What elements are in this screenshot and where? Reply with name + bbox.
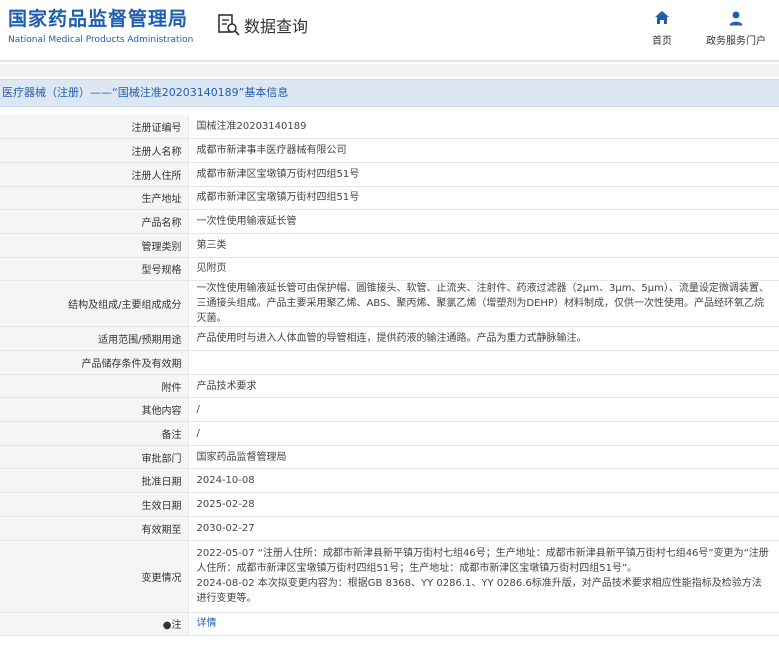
field-label: 生效日期 bbox=[0, 492, 189, 517]
field-value: 2024-10-08 bbox=[188, 468, 779, 494]
field-label: 产品储存条件及有效期 bbox=[0, 350, 189, 375]
field-value: 国械注准20203140189 bbox=[188, 115, 779, 140]
table-row: 其他内容 / bbox=[0, 397, 779, 423]
home-icon bbox=[655, 11, 669, 24]
table-row: 生产地址 成都市新津区宝墩镇万街村四组51号 bbox=[0, 186, 779, 211]
field-label: 审批部门 bbox=[0, 445, 189, 470]
data-query-label: 数据查询 bbox=[244, 17, 309, 36]
table-row: 注册人住所 成都市新津区宝墩镇万街村四组51号 bbox=[0, 162, 779, 187]
table-row: 审批部门 国家药品监督管理局 bbox=[0, 445, 779, 470]
table-row: 结构及组成/主要组成成分 一次性使用输液延长管可由保护帽、圆锥接头、软管、止流夹、… bbox=[0, 280, 779, 328]
field-value: 2030-02-27 bbox=[188, 516, 779, 541]
table-row: 产品储存条件及有效期 bbox=[0, 350, 779, 375]
registration-detail-table: 注册证编号 国械注准20203140189 注册人名称 成都市新津事丰医疗器械有限公… bbox=[0, 115, 779, 637]
field-value: 第三类 bbox=[188, 233, 779, 258]
field-label: 附件 bbox=[0, 374, 189, 399]
field-value: / bbox=[188, 397, 779, 423]
logo-english-name: National Medical Products Administration bbox=[8, 35, 194, 45]
table-row: 型号规格 见附页 bbox=[0, 257, 779, 282]
field-label: ●注 bbox=[0, 612, 189, 637]
field-label: 结构及组成/主要组成成分 bbox=[0, 280, 189, 328]
field-value: 2025-02-28 bbox=[188, 492, 779, 517]
field-label: 注册证编号 bbox=[0, 115, 189, 140]
field-value: 国家药品监督管理局 bbox=[188, 445, 779, 470]
field-value bbox=[188, 350, 779, 375]
nav-home-label: 首页 bbox=[652, 36, 672, 47]
field-value: / bbox=[188, 421, 779, 446]
field-value: 成都市新津事丰医疗器械有限公司 bbox=[188, 138, 779, 163]
nav-service-portal[interactable]: 政务服务门户 bbox=[706, 10, 766, 47]
field-label: 注册人名称 bbox=[0, 138, 189, 163]
field-label: 管理类别 bbox=[0, 233, 189, 258]
field-value: 成都市新津区宝墩镇万街村四组51号 bbox=[188, 162, 779, 187]
field-label: 注册人住所 bbox=[0, 162, 189, 187]
page-title: 医疗器械（注册）——“国械注准20203140189”基本信息 bbox=[0, 79, 779, 107]
field-label: 适用范围/预期用途 bbox=[0, 326, 189, 351]
table-row: 注册人名称 成都市新津事丰医疗器械有限公司 bbox=[0, 138, 779, 163]
field-value: 产品技术要求 bbox=[188, 374, 779, 399]
field-label: 备注 bbox=[0, 421, 189, 446]
field-label: 型号规格 bbox=[0, 257, 189, 282]
document-search-icon bbox=[218, 14, 240, 36]
field-value: 见附页 bbox=[188, 257, 779, 282]
nav-home[interactable]: 首页 bbox=[652, 10, 672, 47]
table-row: 管理类别 第三类 bbox=[0, 233, 779, 258]
field-value: 产品使用时与进入人体血管的导管相连，提供药液的输注通路。产品为重力式静脉输注。 bbox=[188, 326, 779, 351]
table-row: 变更情况 2022-05-07 “注册人住所：成都市新津县新平镇万街村七组46号；… bbox=[0, 540, 779, 613]
field-label: 产品名称 bbox=[0, 209, 189, 234]
field-value: 一次性使用输液延长管 bbox=[188, 209, 779, 234]
change-history-value: 2022-05-07 “注册人住所：成都市新津县新平镇万街村七组46号；生产地址… bbox=[188, 540, 779, 613]
logo-chinese-name: 国家药品监督管理局 bbox=[8, 8, 189, 30]
table-row: 批准日期 2024-10-08 bbox=[0, 468, 779, 494]
table-row: 适用范围/预期用途 产品使用时与进入人体血管的导管相连，提供药液的输注通路。产品为… bbox=[0, 326, 779, 351]
field-value: 成都市新津区宝墩镇万街村四组51号 bbox=[188, 186, 779, 211]
table-row: 有效期至 2030-02-27 bbox=[0, 516, 779, 541]
field-value: 一次性使用输液延长管可由保护帽、圆锥接头、软管、止流夹、注射件、药液过滤器（2μ… bbox=[188, 280, 779, 328]
table-row: 产品名称 一次性使用输液延长管 bbox=[0, 209, 779, 234]
table-row: ●注 详情 bbox=[0, 612, 779, 637]
site-logo[interactable]: 国家药品监督管理局 National Medical Products Admi… bbox=[8, 8, 193, 45]
table-row: 备注 / bbox=[0, 421, 779, 446]
table-row: 注册证编号 国械注准20203140189 bbox=[0, 115, 779, 140]
table-row: 生效日期 2025-02-28 bbox=[0, 492, 779, 517]
header-divider-band bbox=[0, 64, 779, 77]
details-link[interactable]: 详情 bbox=[197, 618, 217, 629]
field-label: 变更情况 bbox=[0, 540, 189, 613]
data-query-heading: 数据查询 bbox=[218, 13, 308, 37]
field-label: 其他内容 bbox=[0, 397, 189, 423]
field-label: 有效期至 bbox=[0, 516, 189, 541]
field-label: 生产地址 bbox=[0, 186, 189, 211]
field-label: 批准日期 bbox=[0, 468, 189, 494]
table-row: 附件 产品技术要求 bbox=[0, 374, 779, 399]
user-icon bbox=[729, 11, 743, 26]
site-header: 国家药品监督管理局 National Medical Products Admi… bbox=[0, 0, 779, 62]
nav-service-portal-label: 政务服务门户 bbox=[706, 36, 766, 47]
